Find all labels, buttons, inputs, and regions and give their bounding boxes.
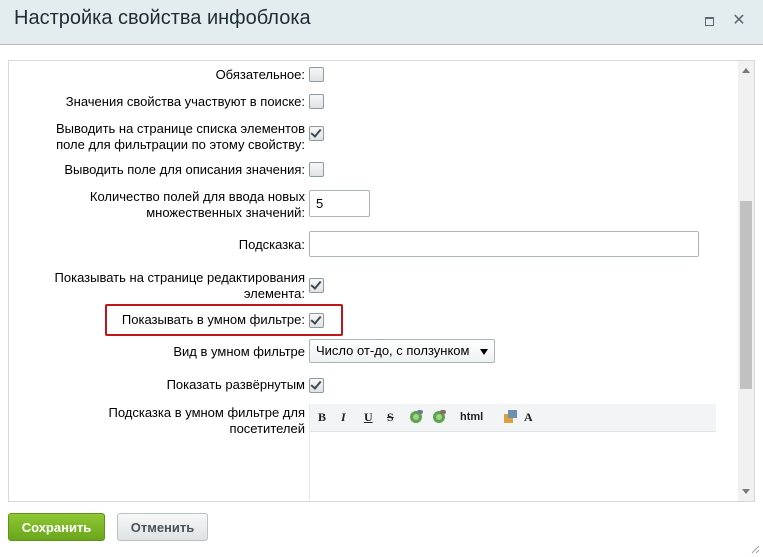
italic-button[interactable]: I [341, 409, 346, 425]
required-checkbox[interactable] [309, 67, 324, 82]
close-icon[interactable]: ✕ [731, 13, 747, 29]
save-button[interactable]: Сохранить [8, 513, 105, 541]
filter-hint-label-line1: Подсказка в умном фильтре для [108, 405, 305, 420]
dropdown-arrow-icon [480, 349, 488, 355]
show-on-edit-checkbox[interactable] [309, 278, 324, 293]
smart-filter-view-select[interactable]: Число от-до, с ползунком [309, 339, 495, 363]
list-filter-label-line2: поле для фильтрации по этому свойству: [56, 137, 305, 152]
hint-label: Подсказка: [238, 237, 305, 252]
with-description-label: Выводить поле для описания значения: [64, 162, 305, 177]
required-label: Обязательное: [215, 67, 305, 82]
multiple-cnt-label-line1: Количество полей для ввода новых [89, 189, 305, 204]
list-filter-checkbox[interactable] [309, 126, 324, 141]
filter-hint-editor[interactable]: B I U S html A [309, 404, 716, 501]
show-expanded-checkbox[interactable] [309, 378, 324, 393]
smart-filter-highlight-box [105, 304, 343, 336]
resize-grip-icon[interactable] [750, 542, 760, 554]
smart-filter-view-selected: Число от-до, с ползунком [316, 343, 470, 358]
scroll-down-icon[interactable] [742, 489, 750, 494]
maximize-icon[interactable] [702, 13, 718, 29]
html-mode-button[interactable]: html [460, 409, 483, 425]
scroll-up-icon[interactable] [742, 68, 750, 73]
bold-button[interactable]: B [318, 409, 326, 425]
remove-link-icon[interactable] [432, 409, 447, 424]
with-description-checkbox[interactable] [309, 162, 324, 177]
vertical-scrollbar[interactable] [738, 61, 754, 501]
multiple-cnt-input[interactable] [309, 190, 370, 217]
show-expanded-label: Показать развёрнутым [166, 377, 305, 392]
hint-input[interactable] [309, 231, 699, 257]
filter-hint-label-line2: посетителей [229, 421, 305, 436]
multiple-cnt-label-line2: множественных значений: [146, 205, 305, 220]
scroll-thumb[interactable] [740, 201, 752, 389]
property-settings-panel: Обязательное: Значения свойства участвую… [8, 60, 755, 502]
searchable-checkbox[interactable] [309, 94, 324, 109]
show-on-edit-label-line2: элемента: [243, 286, 305, 301]
insert-object-icon[interactable] [503, 409, 518, 424]
dialog-header: Настройка свойства инфоблока ✕ [0, 0, 763, 45]
smart-filter-view-label: Вид в умном фильтре [173, 344, 305, 359]
list-filter-label-line1: Выводить на странице списка элементов [56, 121, 305, 136]
show-on-edit-label-line1: Показывать на странице редактирования [54, 270, 305, 285]
underline-button[interactable]: U [364, 409, 373, 425]
editor-toolbar: B I U S html A [310, 404, 716, 432]
searchable-label: Значения свойства участвуют в поиске: [65, 94, 305, 109]
insert-link-icon[interactable] [409, 409, 424, 424]
cancel-button[interactable]: Отменить [117, 513, 208, 541]
dialog-title: Настройка свойства инфоблока [14, 7, 311, 29]
strikethrough-button[interactable]: S [387, 409, 394, 425]
font-format-button[interactable]: A [524, 409, 533, 425]
